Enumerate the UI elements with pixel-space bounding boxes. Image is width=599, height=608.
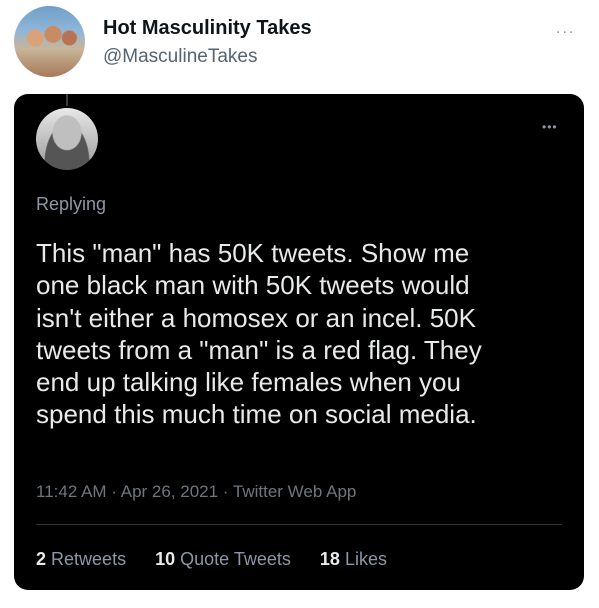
user-handle[interactable]: @MasculineTakes xyxy=(103,46,257,68)
thread-connector-line xyxy=(66,94,68,106)
likes-stat[interactable]: 18 Likes xyxy=(320,549,387,569)
likes-label: Likes xyxy=(344,549,387,569)
tweet-timestamp[interactable]: 11:42 AM · Apr 26, 2021 · Twitter Web Ap… xyxy=(36,482,356,502)
quote-tweets-count: 10 xyxy=(155,549,176,569)
avatar[interactable] xyxy=(14,6,85,77)
quote-tweets-label: Quote Tweets xyxy=(180,549,291,569)
more-options-icon[interactable]: ... xyxy=(556,20,575,38)
divider xyxy=(36,524,562,525)
tweet-more-options-icon[interactable]: ••• xyxy=(542,120,558,134)
display-name[interactable]: Hot Masculinity Takes xyxy=(103,17,312,40)
replying-label: Replying xyxy=(36,194,107,214)
quote-tweets-stat[interactable]: 10 Quote Tweets xyxy=(155,549,291,569)
retweets-stat[interactable]: 2 Retweets xyxy=(36,549,126,569)
tweet-stats: 2 Retweets 10 Quote Tweets 18 Likes xyxy=(36,549,411,570)
likes-count: 18 xyxy=(319,549,340,569)
retweets-count: 2 xyxy=(36,549,47,569)
outer-tweet-header: Hot Masculinity Takes @MasculineTakes ..… xyxy=(0,0,599,95)
tweet-text: This "man" has 50K tweets. Show me one b… xyxy=(36,238,482,430)
retweets-label: Retweets xyxy=(51,549,127,569)
reply-author-avatar[interactable] xyxy=(36,108,98,170)
